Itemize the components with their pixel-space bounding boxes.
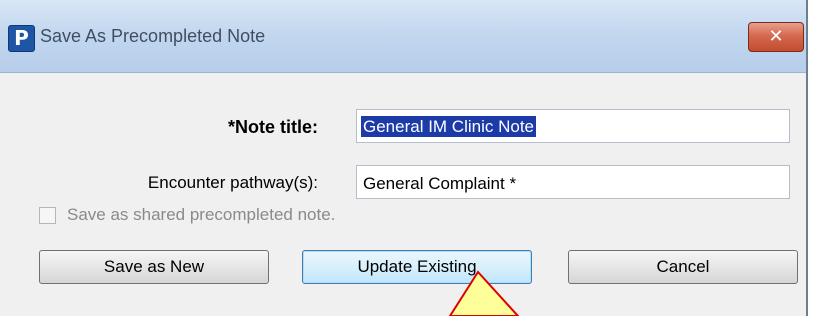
- update-existing-button[interactable]: Update Existing: [302, 250, 532, 284]
- dialog-body: *Note title: General IM Clinic Note Enco…: [0, 73, 806, 316]
- note-title-input[interactable]: General IM Clinic Note: [356, 109, 790, 143]
- shared-note-checkbox[interactable]: [39, 207, 56, 224]
- save-as-new-button[interactable]: Save as New: [39, 250, 269, 284]
- app-logo-icon: P: [8, 25, 35, 52]
- encounter-pathway-label: Encounter pathway(s):: [147, 173, 318, 192]
- note-title-label: *Note title:: [228, 117, 318, 137]
- shared-note-checkbox-label: Save as shared precompleted note.: [67, 205, 336, 224]
- window-title: Save As Precompleted Note: [40, 26, 266, 46]
- title-bar[interactable]: P Save As Precompleted Note ✕: [0, 0, 806, 73]
- close-button[interactable]: ✕: [748, 22, 804, 52]
- encounter-pathway-value: General Complaint *: [363, 174, 517, 193]
- note-title-value: General IM Clinic Note: [361, 116, 537, 137]
- cancel-button[interactable]: Cancel: [568, 250, 798, 284]
- encounter-pathway-input[interactable]: General Complaint *: [356, 165, 790, 199]
- close-icon: ✕: [768, 26, 784, 47]
- save-precompleted-note-dialog: P Save As Precompleted Note ✕ *Note titl…: [0, 0, 808, 316]
